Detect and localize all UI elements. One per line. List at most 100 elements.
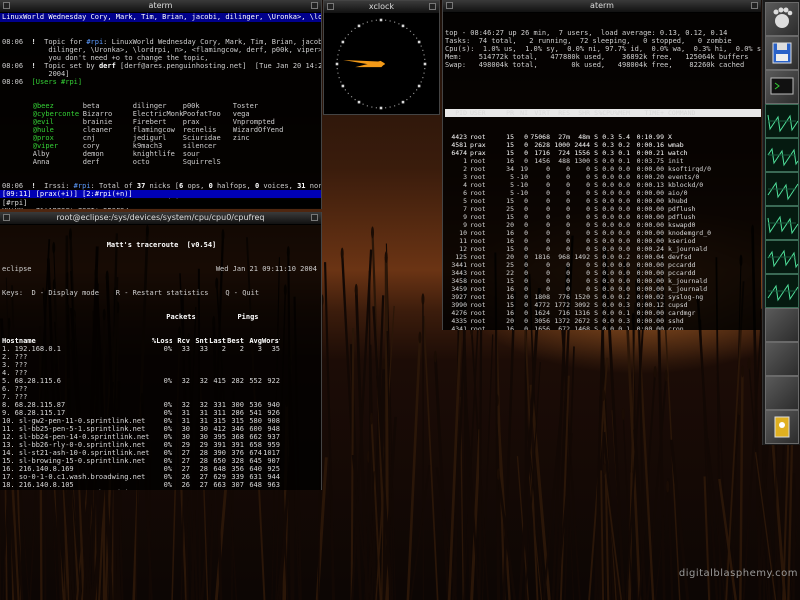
irc-nick[interactable]: jedigurl	[133, 134, 183, 142]
process-cell: 0.0	[602, 245, 614, 253]
mtr-stat: 29	[181, 441, 190, 449]
irc-nick[interactable]: recnelis	[183, 126, 233, 134]
irc-nick[interactable]: silencer	[183, 142, 233, 150]
process-cell: 11	[459, 237, 467, 245]
window-close-button[interactable]	[311, 214, 318, 221]
process-cell: 0	[546, 269, 550, 277]
irc-titlebar[interactable]: aterm	[0, 0, 321, 13]
irc-nick[interactable]: ElectricMonk	[133, 110, 183, 118]
irc-nick[interactable]: brainie	[83, 118, 133, 126]
irc-nick[interactable]: Sciuridae	[183, 134, 233, 142]
top-terminal-window[interactable]: aterm top - 08:46:27 up 26 min, 7 users,…	[442, 0, 761, 330]
window-close-button[interactable]	[429, 3, 436, 10]
network-graph-icon[interactable]	[765, 172, 799, 206]
process-cell: 0.3	[618, 301, 630, 309]
window-close-button[interactable]	[311, 2, 318, 9]
irc-nick[interactable]: @viper	[33, 142, 83, 150]
wifi-graph-icon[interactable]	[765, 240, 799, 274]
irc-nick[interactable]	[233, 142, 283, 150]
mtr-hostname: 7. ???	[2, 393, 28, 401]
terminal-line: 08:06 ! Topic for #rpi: LinuxWorld Wedne…	[2, 38, 321, 46]
irc-nick[interactable]: @hule	[33, 126, 83, 134]
irc-nick[interactable]: PoofatToo	[183, 110, 233, 118]
irc-nick[interactable]: WizardOfYendor	[233, 126, 283, 134]
mtr-stat: 27	[181, 457, 190, 465]
process-cell: root	[470, 245, 486, 253]
irc-nick[interactable]: octo	[133, 158, 183, 166]
cpu-graph-icon[interactable]	[765, 104, 799, 138]
process-cell: 0	[546, 205, 550, 213]
mtr-header-cell: Snt	[195, 337, 208, 345]
blank-tile[interactable]	[765, 308, 799, 342]
window-close-button[interactable]	[751, 2, 758, 9]
memory-graph-icon[interactable]	[765, 138, 799, 172]
irc-nick[interactable]: @beez	[33, 102, 83, 110]
irc-nick[interactable]: dilinger	[133, 102, 183, 110]
irc-nick[interactable]: Alby	[33, 150, 83, 158]
irc-nick[interactable]: @prox	[33, 134, 83, 142]
irc-nick[interactable]: zinc	[233, 134, 283, 142]
irc-nick[interactable]: demon	[83, 150, 133, 158]
window-menu-button[interactable]	[3, 2, 10, 9]
mtr-stat: 0%	[163, 409, 172, 417]
irc-nick[interactable]: k9mach3	[133, 142, 183, 150]
clock-tick	[389, 20, 391, 22]
blank-tile[interactable]	[765, 342, 799, 376]
irc-nick[interactable]: Anna	[33, 158, 83, 166]
clock-tick	[338, 49, 340, 52]
irc-nick[interactable]: knightlife	[133, 150, 183, 158]
irc-terminal-window[interactable]: aterm LinuxWorld Wednesday Cory, Mark, T…	[0, 0, 322, 209]
irc-nick[interactable]: beta	[83, 102, 133, 110]
load-graph-icon[interactable]	[765, 274, 799, 308]
irc-nick[interactable]: Bizarro	[83, 110, 133, 118]
clock-tile[interactable]	[765, 376, 799, 410]
xclock-titlebar[interactable]: xclock	[324, 1, 439, 14]
clock-tick	[384, 19, 387, 21]
irc-nick[interactable]: derf	[83, 158, 133, 166]
irc-nick[interactable]: @evil	[33, 118, 83, 126]
irc-input-line[interactable]: [#rpi]	[0, 199, 321, 208]
top-summary-line: top - 08:46:27 up 26 min, 7 users, load …	[445, 29, 728, 37]
terminal-icon[interactable]	[765, 70, 799, 104]
window-menu-button[interactable]	[3, 214, 10, 221]
mtr-stat	[262, 353, 280, 361]
mtr-titlebar[interactable]: root@eclipse:/sys/devices/system/cpu/cpu…	[0, 212, 321, 225]
irc-nick[interactable]	[233, 158, 283, 166]
irc-nick[interactable]: cory	[83, 142, 133, 150]
mtr-stat: 959	[267, 441, 280, 449]
irc-nick[interactable]: Toster	[233, 102, 283, 110]
disk-icon[interactable]	[765, 36, 799, 70]
mtr-hostname: 9. 68.28.115.17	[2, 409, 66, 417]
mtr-terminal-window[interactable]: root@eclipse:/sys/devices/system/cpu/cpu…	[0, 212, 322, 490]
process-cell: 0.0	[618, 285, 630, 293]
clock-tick	[340, 45, 342, 47]
xclock-window[interactable]: xclock	[323, 0, 440, 115]
window-menu-button[interactable]	[327, 3, 334, 10]
process-cell: 0	[524, 253, 528, 261]
mtr-stat: 648	[213, 465, 226, 473]
top-titlebar[interactable]: aterm	[443, 0, 761, 13]
battery-graph-icon[interactable]	[765, 206, 799, 240]
irc-nick[interactable]: Firebert	[133, 118, 183, 126]
irc-nick[interactable]: SquirrelS	[183, 158, 233, 166]
irc-nick[interactable]: flamingcow	[133, 126, 183, 134]
irc-nick[interactable]: cnj	[83, 134, 133, 142]
gnome-foot-icon[interactable]	[765, 2, 799, 36]
process-cell: 0.0	[618, 189, 630, 197]
irc-nick[interactable]: Vnprompted	[233, 118, 283, 126]
irc-nick[interactable]: p00k	[183, 102, 233, 110]
window-menu-button[interactable]	[446, 2, 453, 9]
irc-nick[interactable]: vega	[233, 110, 283, 118]
mtr-stat	[190, 361, 208, 369]
irc-nick[interactable]: @cyberconte	[33, 110, 83, 118]
process-row: 3990 root 15 0 4772 1772 3092 S 0.0 0.3 0:00.12 cup…	[445, 301, 761, 309]
irc-nick[interactable]: cleaner	[83, 126, 133, 134]
mtr-stat: 30	[199, 433, 208, 441]
irc-nick[interactable]: prax	[183, 118, 233, 126]
process-cell: pccardd	[668, 261, 696, 269]
process-cell: 0.0	[602, 293, 614, 301]
irc-nick[interactable]	[233, 150, 283, 158]
bookmark-icon[interactable]	[765, 410, 799, 444]
irc-nick[interactable]: sour	[183, 150, 233, 158]
mtr-stat: 536	[249, 401, 262, 409]
